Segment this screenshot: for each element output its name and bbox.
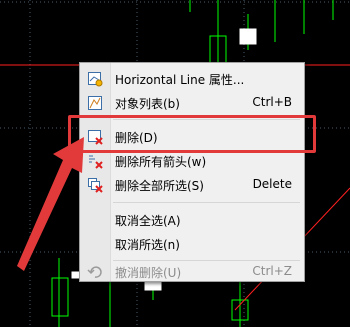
menu-item-shortcut: Delete: [252, 177, 292, 191]
menu-item-unselect-all[interactable]: 取消全选(A): [80, 209, 304, 231]
menu-item-label: 取消所选(n): [115, 238, 180, 252]
menu-separator: [113, 119, 300, 120]
context-menu: Horizontal Line 属性... 对象列表(b) Ctrl+B 删除(…: [79, 62, 305, 282]
menu-item-delete-selected[interactable]: 删除全部所选(S) Delete: [80, 174, 304, 196]
object-list-icon: [87, 95, 103, 111]
menu-item-shortcut: Ctrl+Z: [252, 264, 292, 278]
menu-item-label: 对象列表(b): [115, 97, 180, 111]
menu-item-label: 删除(D): [115, 131, 158, 145]
menu-item-label: 删除所有箭头(w): [115, 155, 207, 169]
menu-item-undo-delete[interactable]: 撤消删除(U) Ctrl+Z: [80, 263, 304, 281]
menu-item-shortcut: Ctrl+B: [252, 95, 292, 109]
menu-separator: [113, 260, 300, 261]
hline-properties-icon: [87, 71, 103, 87]
menu-item-label: 撤消删除(U): [115, 266, 182, 280]
menu-item-label: 删除全部所选(S): [115, 179, 204, 193]
delete-arrows-icon: [87, 153, 103, 169]
menu-item-delete[interactable]: 删除(D): [80, 126, 304, 148]
menu-item-label: Horizontal Line 属性...: [115, 73, 245, 87]
delete-object-icon: [87, 129, 103, 145]
menu-item-object-list[interactable]: 对象列表(b) Ctrl+B: [80, 92, 304, 114]
menu-item-unselect[interactable]: 取消所选(n): [80, 233, 304, 255]
delete-selected-icon: [87, 177, 103, 193]
menu-item-delete-arrows[interactable]: 删除所有箭头(w): [80, 150, 304, 172]
menu-item-properties[interactable]: Horizontal Line 属性...: [80, 68, 304, 90]
menu-separator: [113, 202, 300, 203]
undo-icon: [87, 264, 103, 280]
menu-item-label: 取消全选(A): [115, 214, 181, 228]
